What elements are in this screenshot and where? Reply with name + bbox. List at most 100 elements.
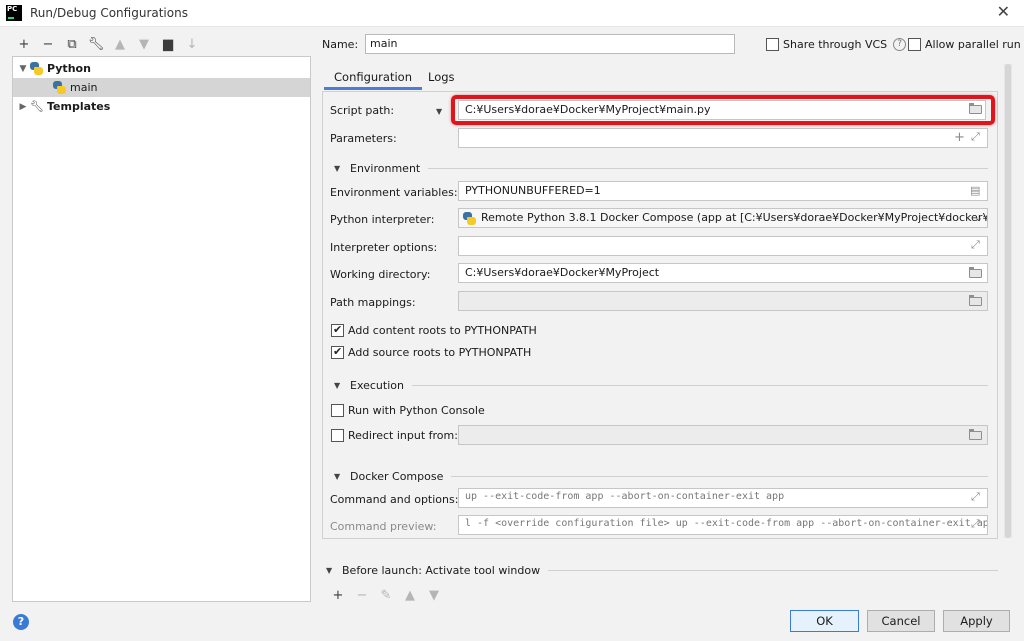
environment-section[interactable]: ▼ Environment [334,160,988,176]
expand-icon[interactable]: ⤢ [971,130,980,144]
env-vars-label: Environment variables: [330,186,458,199]
redirect-input-field[interactable] [458,425,988,445]
window-title: Run/Debug Configurations [30,6,188,20]
edit-icon[interactable]: ✎ [374,586,398,604]
checkbox-label: Share through VCS [783,38,888,51]
python-icon [30,62,43,75]
tree-item-label: Python [47,62,91,75]
help-icon[interactable]: ? [13,614,29,630]
python-docker-icon [463,212,476,225]
folder-add-icon[interactable]: ▆ [156,33,180,55]
remove-icon[interactable]: − [36,33,60,55]
command-options-input[interactable]: up --exit-code-from app --abort-on-conta… [458,488,988,508]
wrench-icon: 🔧︎ [30,100,44,113]
move-up-icon[interactable]: ▲ [108,33,132,55]
divider [548,570,998,571]
add-icon[interactable]: + [326,586,350,604]
checkbox-label: Redirect input from: [348,429,458,442]
tree-item-templates[interactable]: ▶ 🔧︎ Templates [13,97,310,116]
expand-icon[interactable]: ⤢ [971,238,980,252]
chevron-down-icon[interactable]: ▼ [16,64,30,74]
section-title: Docker Compose [350,469,444,483]
add-macro-icon[interactable]: + [954,130,965,145]
before-launch-section[interactable]: ▼ Before launch: Activate tool window [326,564,998,577]
path-mappings-label: Path mappings: [330,296,416,309]
execution-section[interactable]: ▼ Execution [334,377,988,393]
parameters-input[interactable] [458,128,988,148]
script-path-label: Script path: [330,104,395,117]
parameters-label: Parameters: [330,132,397,145]
script-path-highlight [451,95,995,125]
tab-logs[interactable]: Logs [418,64,465,90]
add-icon[interactable]: + [12,33,36,55]
tree-item-label: Templates [47,100,111,113]
tree-item-python[interactable]: ▼ Python [13,59,310,78]
script-type-dropdown-icon[interactable]: ▼ [436,107,442,116]
before-launch-label: Before launch: Activate tool window [342,564,541,577]
divider [451,475,988,477]
docker-compose-section[interactable]: ▼ Docker Compose [334,468,988,484]
checkbox-box[interactable] [331,323,344,337]
expand-icon[interactable]: ⤢ [971,490,980,504]
checkbox-box[interactable] [331,345,344,359]
allow-parallel-checkbox[interactable]: Allow parallel run [908,38,1021,51]
chevron-down-icon[interactable]: ⌄ [974,211,983,224]
tree-item-main[interactable]: main [13,78,310,97]
add-content-roots-checkbox[interactable]: Add content roots to PYTHONPATH [331,323,537,337]
name-input[interactable]: main [365,34,735,54]
move-down-icon[interactable]: ▼ [422,586,446,604]
working-directory-input[interactable]: C:¥Users¥dorae¥Docker¥MyProject [458,263,988,283]
checkbox-box[interactable] [908,38,921,51]
command-options-label: Command and options: [330,493,459,506]
close-icon[interactable]: ✕ [997,2,1010,21]
expand-icon[interactable]: ⤢ [971,517,980,531]
chevron-down-icon[interactable]: ▼ [326,566,342,575]
section-title: Environment [350,161,421,175]
run-with-console-checkbox[interactable]: Run with Python Console [331,404,485,417]
config-toolbar: + − ⧉ 🔧︎ ▲ ▼ ▆ ↓ [12,33,204,55]
before-launch-toolbar: + − ✎ ▲ ▼ [326,586,446,604]
ok-button[interactable]: OK [790,610,859,632]
help-circle-icon[interactable]: ? [893,38,907,51]
cancel-button[interactable]: Cancel [867,610,935,632]
env-vars-input[interactable]: PYTHONUNBUFFERED=1 [458,181,988,201]
folder-icon[interactable] [969,429,982,440]
share-vcs-checkbox[interactable]: Share through VCS ? [766,38,907,51]
chevron-down-icon[interactable]: ▼ [334,164,350,173]
command-preview-label: Command preview: [330,520,437,533]
interpreter-options-label: Interpreter options: [330,241,438,254]
checkbox-box[interactable] [331,404,344,417]
remove-icon[interactable]: − [350,586,374,604]
wrench-icon[interactable]: 🔧︎ [84,33,108,55]
folder-icon[interactable] [969,267,982,278]
scrollbar-thumb[interactable] [1005,64,1011,538]
checkbox-label: Add source roots to PYTHONPATH [348,346,532,359]
folder-icon[interactable] [969,295,982,306]
divider [411,384,988,386]
redirect-input-checkbox[interactable]: Redirect input from: [331,429,458,442]
move-down-icon[interactable]: ▼ [132,33,156,55]
checkbox-box[interactable] [766,38,779,51]
sort-icon[interactable]: ↓ [180,33,204,55]
checkbox-label: Run with Python Console [348,404,485,417]
path-mappings-input[interactable] [458,291,988,311]
python-interpreter-label: Python interpreter: [330,213,435,226]
python-run-icon [53,81,66,94]
interpreter-options-input[interactable] [458,236,988,256]
chevron-right-icon[interactable]: ▶ [16,102,30,112]
command-preview-field: l -f <override configuration file> up --… [458,515,988,535]
move-up-icon[interactable]: ▲ [398,586,422,604]
section-title: Execution [350,378,404,392]
apply-button[interactable]: Apply [943,610,1010,632]
document-icon[interactable]: ▤ [970,184,980,197]
chevron-down-icon[interactable]: ▼ [334,472,350,481]
copy-icon[interactable]: ⧉ [60,33,84,55]
divider [428,167,988,169]
chevron-down-icon[interactable]: ▼ [334,381,350,390]
tab-configuration[interactable]: Configuration [324,64,422,90]
checkbox-box[interactable] [331,429,344,442]
checkbox-label: Allow parallel run [925,38,1021,51]
add-source-roots-checkbox[interactable]: Add source roots to PYTHONPATH [331,345,532,359]
python-interpreter-select[interactable]: Remote Python 3.8.1 Docker Compose (app … [458,208,988,228]
pycharm-app-icon: PC [6,5,22,21]
